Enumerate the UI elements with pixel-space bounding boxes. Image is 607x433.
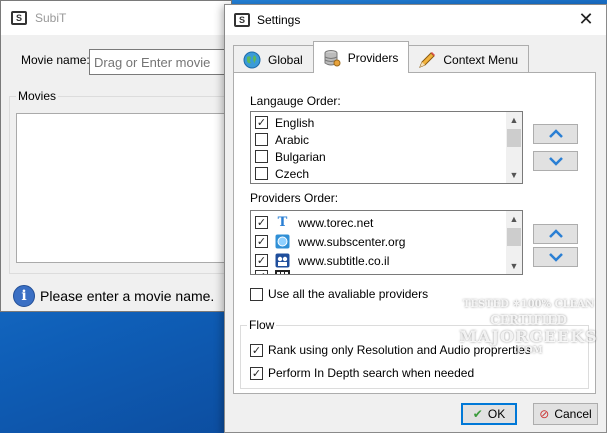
scroll-thumb[interactable] xyxy=(507,228,521,246)
subscenter-globe-icon xyxy=(275,234,290,249)
provider-name: www.torec.net xyxy=(298,215,374,230)
subit-main-window: S SubiT Movie name: Movies i Please ente… xyxy=(0,0,239,312)
main-titlebar: S SubiT xyxy=(1,1,231,35)
movies-group-label: Movies xyxy=(16,89,59,103)
list-item[interactable]: ✓ English xyxy=(251,114,522,131)
scroll-down-icon[interactable]: ▼ xyxy=(506,258,522,274)
flow-group-label: Flow xyxy=(247,318,277,332)
language-name: Czech xyxy=(275,166,310,181)
provider-name: www.subscenter.org xyxy=(298,234,406,249)
subit-app-icon: S xyxy=(11,11,27,25)
chevron-up-icon xyxy=(548,229,563,238)
depth-option-checkbox[interactable]: ✓ xyxy=(250,366,263,380)
language-checkbox[interactable] xyxy=(255,150,268,163)
movies-list[interactable] xyxy=(16,113,236,263)
tab-global[interactable]: Global xyxy=(233,45,314,73)
close-icon[interactable]: ✕ xyxy=(576,9,596,29)
use-all-providers-checkbox[interactable] xyxy=(250,287,263,301)
depth-option-label: Perform In Depth search when needed xyxy=(268,366,475,380)
info-icon: i xyxy=(13,285,35,307)
list-item[interactable]: ✓ T www.torec.net xyxy=(251,213,522,232)
providers-listbox[interactable]: ✓ T www.torec.net ✓ www.subscenter.org ✓ xyxy=(250,210,523,275)
scroll-up-icon[interactable]: ▲ xyxy=(506,112,522,128)
film-icon xyxy=(275,270,290,274)
language-checkbox[interactable] xyxy=(255,133,268,146)
list-item[interactable]: Czech xyxy=(251,165,522,182)
rank-option[interactable]: ✓ Rank using only Resolution and Audio p… xyxy=(250,343,531,357)
settings-app-icon: S xyxy=(234,13,250,27)
movie-name-row: Movie name: xyxy=(21,53,90,67)
use-all-providers-label: Use all the avaliable providers xyxy=(268,287,429,301)
settings-tabs: Global Providers Context Menu xyxy=(233,41,530,73)
depth-option[interactable]: ✓ Perform In Depth search when needed xyxy=(250,366,474,380)
ok-label: OK xyxy=(487,407,506,421)
language-order-label: Langauge Order: xyxy=(250,94,341,108)
chevron-down-icon xyxy=(548,157,563,166)
rank-option-checkbox[interactable]: ✓ xyxy=(250,343,263,357)
scroll-down-icon[interactable]: ▼ xyxy=(506,167,522,183)
movies-group: Movies xyxy=(9,89,239,274)
language-move-down-button[interactable] xyxy=(533,151,578,171)
providers-order-label: Providers Order: xyxy=(250,191,339,205)
cancel-button[interactable]: ⊘ Cancel xyxy=(533,403,598,425)
tab-global-label: Global xyxy=(268,52,303,67)
torec-icon: T xyxy=(277,215,288,230)
cancel-icon: ⊘ xyxy=(539,407,550,421)
chevron-up-icon xyxy=(548,129,563,138)
movie-name-label: Movie name: xyxy=(21,53,90,67)
status-bar: i Please enter a movie name. xyxy=(13,285,214,307)
language-checkbox[interactable]: ✓ xyxy=(255,116,268,129)
language-name: Arabic xyxy=(275,132,310,147)
list-item[interactable]: Bulgarian xyxy=(251,148,522,165)
provider-move-down-button[interactable] xyxy=(533,247,578,267)
tab-context-menu[interactable]: Context Menu xyxy=(408,45,530,73)
language-checkbox[interactable] xyxy=(255,167,268,180)
tab-context-menu-label: Context Menu xyxy=(443,52,519,67)
provider-checkbox[interactable]: ✓ xyxy=(255,235,268,248)
list-item[interactable]: ✓ xyxy=(251,270,522,274)
globe-icon xyxy=(243,51,261,68)
language-scrollbar[interactable]: ▲ ▼ xyxy=(506,112,522,183)
providers-scrollbar[interactable]: ▲ ▼ xyxy=(506,211,522,274)
ok-check-icon: ✔ xyxy=(472,407,483,421)
status-text: Please enter a movie name. xyxy=(40,288,215,304)
pencil-icon xyxy=(419,51,436,68)
language-name: Bulgarian xyxy=(275,149,326,164)
provider-move-up-button[interactable] xyxy=(533,224,578,244)
language-listbox[interactable]: ✓ English Arabic Bulgarian Czech ▲ ▼ xyxy=(250,111,523,184)
ok-button[interactable]: ✔ OK xyxy=(461,403,517,425)
scroll-up-icon[interactable]: ▲ xyxy=(506,211,522,227)
main-window-title: SubiT xyxy=(35,11,67,25)
list-item[interactable]: ✓ www.subtitle.co.il xyxy=(251,251,522,270)
rank-option-label: Rank using only Resolution and Audio pro… xyxy=(268,343,531,357)
tab-providers[interactable]: Providers xyxy=(312,41,410,73)
cancel-label: Cancel xyxy=(554,407,592,421)
use-all-providers-option[interactable]: Use all the avaliable providers xyxy=(250,287,428,301)
settings-titlebar: S Settings ✕ xyxy=(225,5,606,35)
movie-name-input[interactable] xyxy=(89,49,239,75)
language-name: English xyxy=(275,115,315,130)
provider-name: www.subtitle.co.il xyxy=(298,253,390,268)
provider-checkbox[interactable]: ✓ xyxy=(255,216,268,229)
provider-checkbox[interactable]: ✓ xyxy=(255,254,268,267)
chevron-down-icon xyxy=(548,253,563,262)
database-icon xyxy=(324,49,341,66)
provider-checkbox[interactable]: ✓ xyxy=(255,270,268,274)
list-item[interactable]: ✓ www.subscenter.org xyxy=(251,232,522,251)
camera-icon xyxy=(275,253,290,268)
language-move-up-button[interactable] xyxy=(533,124,578,144)
tab-providers-label: Providers xyxy=(347,50,399,65)
settings-title: Settings xyxy=(257,13,301,27)
list-item[interactable]: Arabic xyxy=(251,131,522,148)
settings-dialog: S Settings ✕ Global Providers Context Me… xyxy=(224,4,607,433)
scroll-thumb[interactable] xyxy=(507,129,521,147)
providers-panel: Langauge Order: ✓ English Arabic Bulgari… xyxy=(233,72,596,394)
